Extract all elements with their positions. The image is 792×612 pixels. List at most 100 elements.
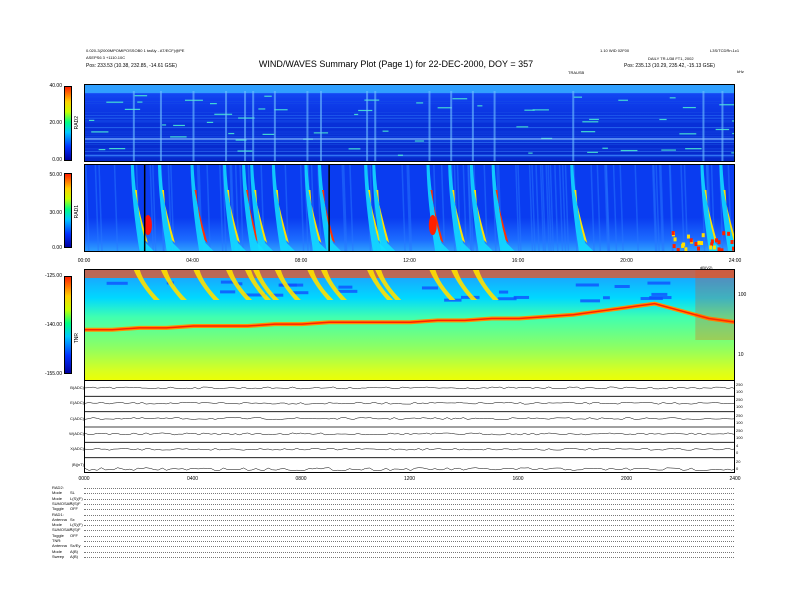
header-left-3: Pos: 233.53 (10.38, 232.85, -14.61 GSE) bbox=[86, 63, 177, 69]
rad2-burst bbox=[702, 91, 705, 161]
info-dotted-line bbox=[84, 509, 734, 511]
strip-svg bbox=[85, 386, 734, 471]
bottom-time-tick: 2400 bbox=[729, 476, 741, 482]
rad1-tick-mid: 30.00 bbox=[49, 210, 62, 216]
strip-label: W(ADC) bbox=[69, 431, 84, 436]
info-dotted-line bbox=[84, 493, 734, 495]
rad2-spot bbox=[397, 154, 403, 156]
rad2-spot bbox=[416, 102, 424, 104]
rad2-burst bbox=[159, 91, 162, 161]
info-key: Mode bbox=[52, 548, 63, 554]
rad2-spot bbox=[602, 147, 608, 149]
rad1-late-activity bbox=[682, 242, 686, 247]
strip-trace bbox=[85, 417, 734, 420]
info-value: OFF bbox=[70, 506, 78, 512]
info-dotted-line bbox=[84, 530, 734, 532]
strip-right-tick: 250 bbox=[736, 412, 743, 418]
bottom-time-tick: 0000 bbox=[78, 476, 90, 482]
info-row: Mode L(S)(F) bbox=[52, 496, 83, 501]
rad2-spot bbox=[173, 124, 185, 127]
tnr-colorbar bbox=[64, 276, 72, 374]
info-key: SUMOSAP bbox=[52, 527, 73, 533]
time-tick: 00:00 bbox=[77, 258, 91, 264]
rad2-spot bbox=[573, 96, 583, 98]
rad2-burst bbox=[192, 91, 195, 161]
info-value: A(B) bbox=[70, 548, 78, 554]
info-row: SUMOSAPS(S)F bbox=[52, 527, 80, 532]
rad2-spot bbox=[532, 109, 549, 111]
rad2-burst bbox=[273, 91, 276, 161]
tnr-tick-bottom: -155.00 bbox=[45, 371, 62, 377]
info-value: L(S)(F) bbox=[70, 495, 83, 501]
strip-trace bbox=[85, 386, 734, 390]
rad1-late-activity bbox=[712, 245, 716, 250]
info-dotted-line bbox=[84, 551, 734, 553]
info-heading: TNR: bbox=[52, 538, 62, 543]
info-value: Sx bbox=[70, 516, 75, 522]
rad2-spot bbox=[516, 126, 529, 128]
rad2-spot bbox=[731, 152, 734, 154]
strip-right-tick: 100 bbox=[736, 389, 743, 394]
info-dotted-line bbox=[84, 514, 734, 516]
rad2-spot bbox=[587, 151, 598, 153]
strip-right-tick: 4 bbox=[736, 443, 739, 449]
rad2-spot bbox=[209, 103, 217, 105]
tnr-blue-patch bbox=[220, 290, 236, 294]
tnr-late-activity bbox=[695, 270, 734, 340]
rad2-spot bbox=[137, 101, 143, 103]
strip-trace bbox=[85, 447, 734, 451]
rad2-spot bbox=[732, 120, 734, 122]
strip-trace bbox=[85, 432, 734, 436]
plot-title: WIND/WAVES Summary Plot (Page 1) for 22-… bbox=[258, 59, 534, 69]
rad1-late-activity bbox=[710, 239, 714, 244]
strip-right-tick: 250 bbox=[736, 382, 743, 387]
rad2-spectrogram bbox=[84, 84, 735, 162]
header-left-2: ASEPS6 3 +1110.10C bbox=[86, 55, 126, 60]
rad2-top-band bbox=[85, 85, 734, 93]
rad2-spot bbox=[262, 133, 275, 135]
rad1-late-activity bbox=[672, 244, 676, 249]
rad2-spot bbox=[682, 106, 696, 109]
rad2-spot bbox=[264, 95, 272, 97]
tnr-blue-patch bbox=[338, 285, 353, 289]
rad2-spot bbox=[581, 131, 596, 133]
rad1-late-activity bbox=[673, 237, 677, 242]
rad2-spot bbox=[382, 130, 389, 132]
info-dotted-line bbox=[84, 556, 734, 558]
rad1-spectrogram bbox=[84, 164, 735, 252]
rad1-late-activity bbox=[676, 248, 680, 251]
rad2-burst bbox=[225, 91, 228, 161]
rad2-burst bbox=[366, 91, 369, 161]
rad2-spot bbox=[669, 97, 676, 99]
header-right-corner: kHz bbox=[737, 69, 744, 74]
tnr-blue-patch bbox=[106, 281, 128, 285]
tnr-blue-patch bbox=[603, 296, 610, 300]
tnr-blue-patch bbox=[640, 297, 663, 301]
strip-trace bbox=[85, 401, 734, 405]
tnr-blue-patch bbox=[651, 292, 668, 296]
info-value: A(B) bbox=[70, 553, 78, 559]
rad2-spot bbox=[582, 121, 599, 123]
rad2-heatmap-svg bbox=[85, 85, 734, 161]
rad2-spot bbox=[348, 148, 361, 150]
rad1-late-activity bbox=[700, 241, 704, 246]
info-dotted-line bbox=[84, 541, 734, 542]
strip-label: X(ADC) bbox=[70, 446, 84, 452]
rad1-late-activity bbox=[709, 245, 713, 250]
rad1-late-activity bbox=[701, 233, 705, 238]
info-key: Mode bbox=[52, 495, 63, 501]
rad2-spot bbox=[134, 95, 148, 97]
bottom-time-tick: 2000 bbox=[620, 476, 633, 482]
rad2-spot bbox=[214, 113, 233, 115]
info-row: Antenna Sx bbox=[52, 517, 75, 522]
tnr-tick-top: -125.00 bbox=[45, 273, 62, 279]
info-value: Sx/Ey bbox=[70, 543, 81, 549]
rad1-label: RAD1 bbox=[74, 205, 80, 219]
info-key: Sweep bbox=[52, 553, 65, 559]
strip-right-tick: 100 bbox=[736, 419, 743, 425]
tnr-right-tick-10: 10 bbox=[738, 352, 744, 358]
header-right-2: DAILY TR-U38 FT1, 2002 bbox=[648, 56, 694, 61]
rad2-spot bbox=[524, 109, 535, 111]
strip-right-tick: 0 bbox=[736, 465, 739, 471]
rad2-burst bbox=[252, 91, 255, 161]
